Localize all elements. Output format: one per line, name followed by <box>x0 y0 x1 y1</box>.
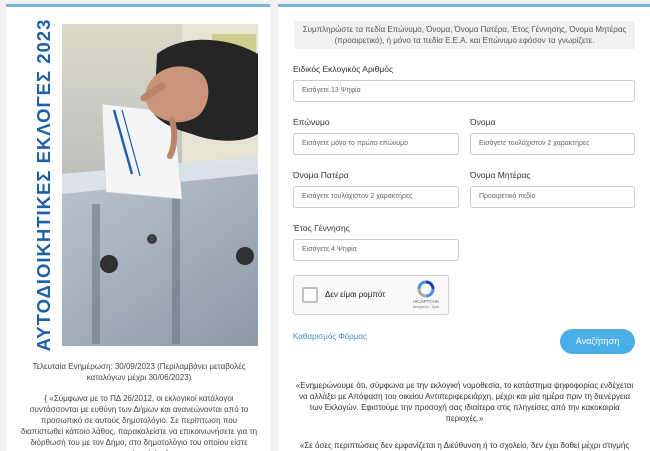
recaptcha-widget: Δεν είμαι ρομπότ reCAPTCHA Απόρρητο - Όρ… <box>293 275 449 315</box>
birth-year-label: Έτος Γέννησης <box>293 223 350 233</box>
surname-label: Επώνυμο <box>293 117 330 127</box>
mother-name-input[interactable]: Προαιρετικό πεδίο <box>470 186 635 208</box>
form-instructions: Συμπληρώστε τα πεδία Επώνυμο, Όνομα, Όνο… <box>294 21 635 49</box>
eea-input[interactable]: Εισάγετε 13 Ψηφία <box>293 80 635 102</box>
eea-label: Ειδικός Εκλογικός Αριθμός <box>293 64 394 74</box>
recaptcha-brand: reCAPTCHA <box>413 299 439 304</box>
mother-name-label: Όνομα Μητέρας <box>470 170 531 180</box>
recaptcha-icon <box>417 280 435 298</box>
recaptcha-links[interactable]: Απόρρητο - Όροι <box>408 305 444 309</box>
clear-form-link[interactable]: Καθαρισμός Φόρμας <box>293 332 367 341</box>
vertical-title-text: ΑΥΤΟΔΙΟΙΚΗΤΙΚΕΣ ΕΚΛΟΓΕΣ 2023 <box>33 18 54 352</box>
ballot-box-photo <box>62 24 258 346</box>
address-notice: «Σε όσες περιπτώσεις δεν εμφανίζεται η Δ… <box>299 441 630 450</box>
election-banner-panel: ΑΥΤΟΔΙΟΙΚΗΤΙΚΕΣ ΕΚΛΟΓΕΣ 2023 Τελευταία Ε… <box>6 4 270 451</box>
first-name-input[interactable]: Εισάγετε τουλάχιστον 2 χαρακτήρες <box>470 133 635 155</box>
vertical-title: ΑΥΤΟΔΙΟΙΚΗΤΙΚΕΣ ΕΚΛΟΓΕΣ 2023 <box>26 19 62 352</box>
surname-input[interactable]: Εισάγετε μόνο το πρώτο επώνυμο <box>293 133 459 155</box>
birth-year-input[interactable]: Εισάγετε 4 Ψηφία <box>293 239 459 261</box>
father-name-input[interactable]: Εισάγετε τουλάχιστον 2 χαρακτήρες <box>293 186 459 208</box>
recaptcha-logo: reCAPTCHA Απόρρητο - Όροι <box>412 280 440 310</box>
last-update-text: Τελευταία Ενημέρωση: 30/09/2023 (Περιλαμ… <box>32 362 246 382</box>
recaptcha-label: Δεν είμαι ρομπότ <box>325 290 386 299</box>
registry-note-text: { «Σύμφωνα με το ΠΔ 26/2012, οι εκλογικο… <box>20 394 258 451</box>
recaptcha-checkbox[interactable] <box>302 287 318 303</box>
election-banner: ΑΥΤΟΔΙΟΙΚΗΤΙΚΕΣ ΕΚΛΟΓΕΣ 2023 <box>26 19 258 352</box>
father-name-label: Όνομα Πατέρα <box>293 170 349 180</box>
search-button[interactable]: Αναζήτηση <box>560 329 635 354</box>
polling-station-notice: «Ενημερώνουμε ότι, σύμφωνα με την εκλογι… <box>295 381 634 423</box>
first-name-label: Όνομα <box>470 117 496 127</box>
search-form-panel: Συμπληρώστε τα πεδία Επώνυμο, Όνομα, Όνο… <box>278 4 650 451</box>
